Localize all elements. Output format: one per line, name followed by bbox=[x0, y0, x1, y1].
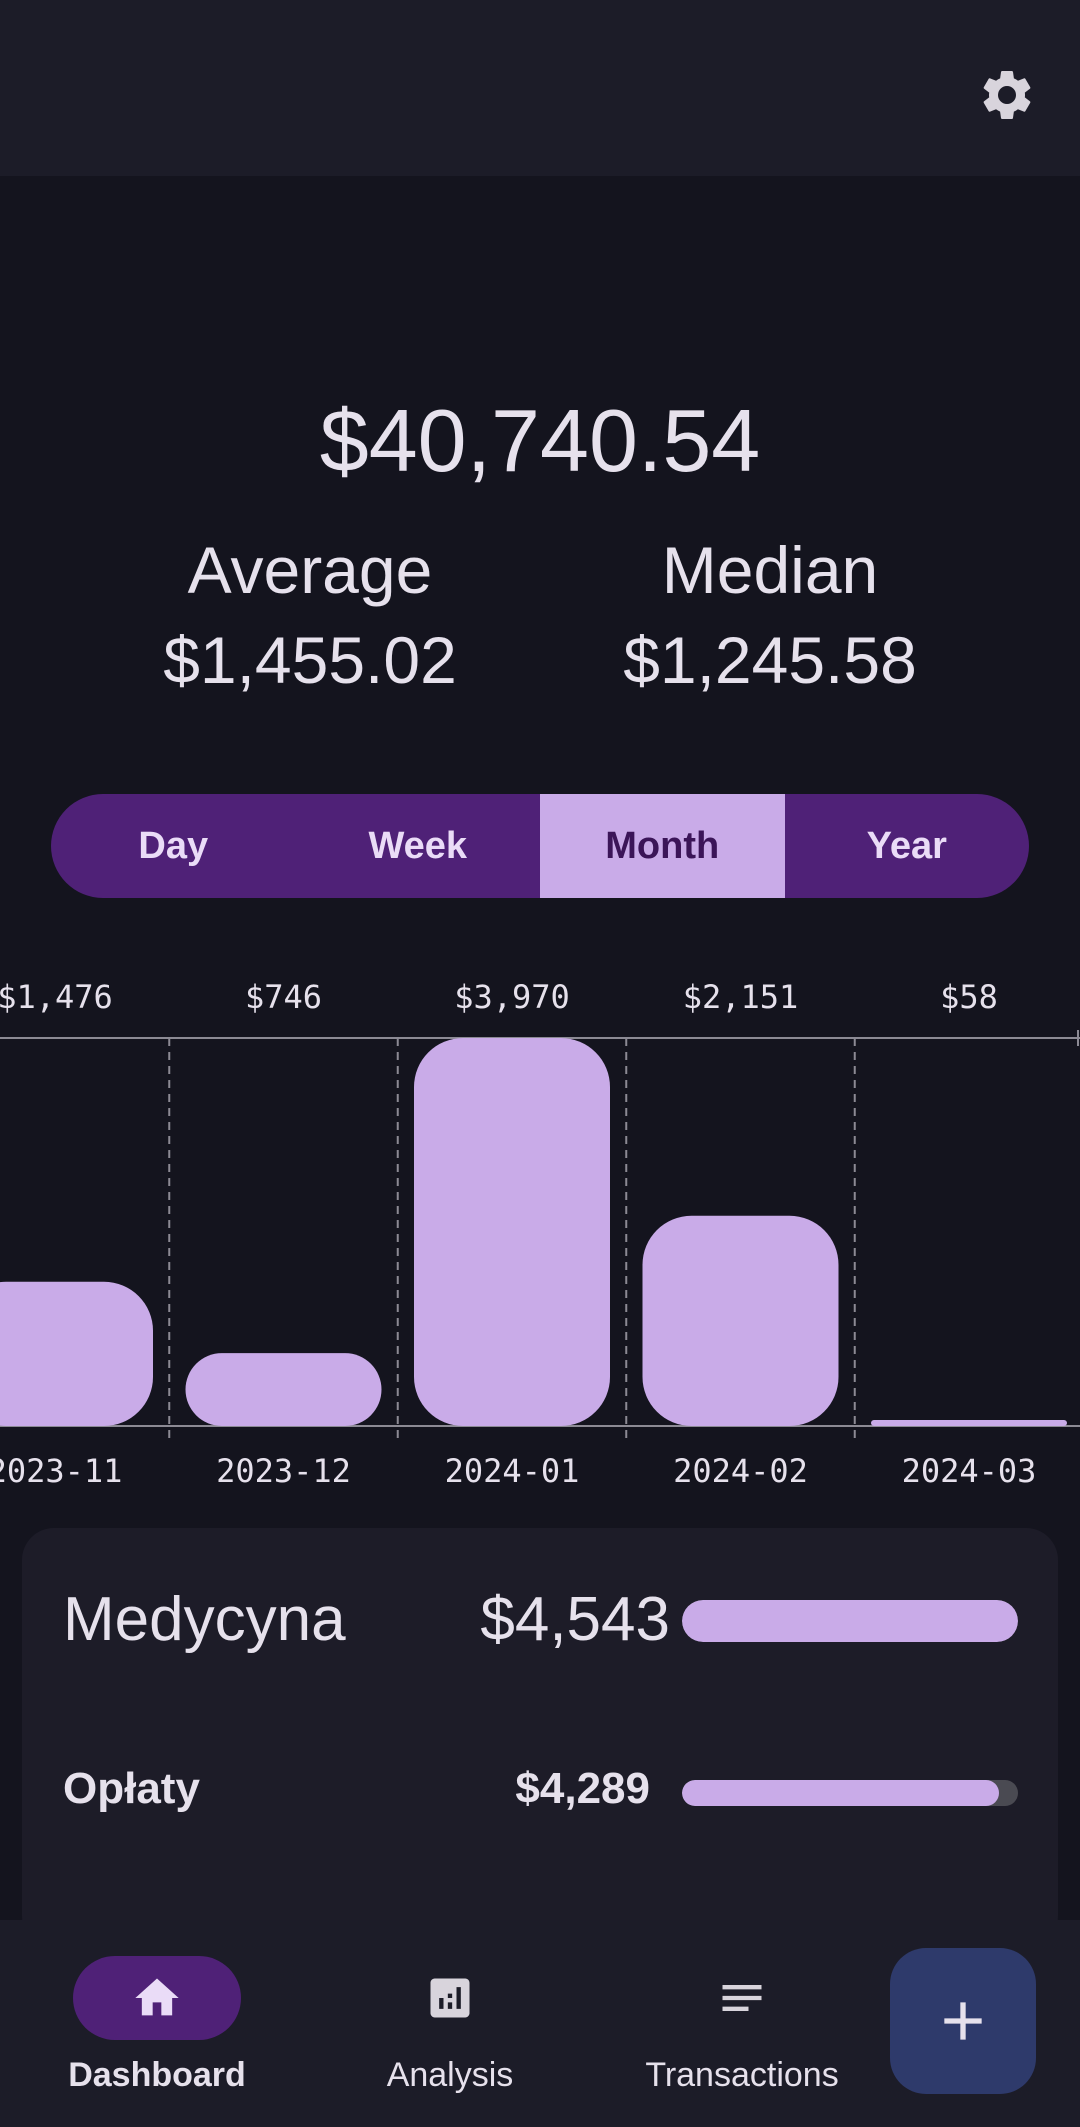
chart-value-label: $746 bbox=[245, 978, 322, 1016]
chart-value-label: $2,151 bbox=[683, 978, 799, 1016]
category-amount: $4,543 bbox=[480, 1585, 670, 1654]
total-amount: $40,740.54 bbox=[319, 391, 761, 490]
nav-analysis-label: Analysis bbox=[386, 2056, 514, 2094]
chart-category-label: 2024-02 bbox=[673, 1452, 808, 1490]
median-label: Median bbox=[661, 533, 879, 607]
nav-dashboard-label: Dashboard bbox=[68, 2056, 246, 2094]
category-progress-bar bbox=[682, 1780, 1018, 1806]
chart-value-label: $1,476 bbox=[0, 978, 113, 1016]
transactions-icon bbox=[722, 1985, 762, 2011]
nav-indicator bbox=[658, 1956, 826, 2040]
chart-bar-2023-12 bbox=[185, 1353, 382, 1426]
analysis-icon bbox=[430, 1978, 470, 2018]
period-selector: Day Week Month Year bbox=[51, 794, 1029, 898]
nav-transactions-label: Transactions bbox=[645, 2056, 839, 2094]
chart-bar-2024-03 bbox=[871, 1420, 1067, 1426]
category-amount: $4,289 bbox=[515, 1764, 650, 1813]
chart-category-label: 2024-03 bbox=[902, 1452, 1037, 1490]
average-label: Average bbox=[187, 533, 433, 607]
category-name: Opłaty bbox=[63, 1764, 200, 1813]
nav-indicator bbox=[73, 1956, 241, 2040]
nav-analysis[interactable]: Analysis bbox=[330, 1956, 570, 2116]
chart-bar-2024-01 bbox=[414, 1038, 610, 1426]
settings-button[interactable] bbox=[972, 60, 1042, 130]
nav-dashboard[interactable]: Dashboard bbox=[37, 1956, 277, 2116]
period-year-button[interactable]: Year bbox=[785, 794, 1030, 898]
period-month-button[interactable]: Month bbox=[540, 794, 785, 898]
plus-icon bbox=[944, 2002, 982, 2040]
period-week-button[interactable]: Week bbox=[296, 794, 541, 898]
chart-value-label: $58 bbox=[940, 978, 998, 1016]
chart-category-label: 2023-11 bbox=[0, 1452, 122, 1490]
monthly-bar-chart: $1,476 2023-11 $746 2023-12 $3,970 2024-01 $2,… bbox=[0, 978, 1080, 1490]
gear-icon bbox=[983, 70, 1031, 119]
nav-transactions[interactable]: Transactions bbox=[622, 1956, 862, 2116]
chart-value-label: $3,970 bbox=[454, 978, 570, 1016]
chart-bar-2023-11 bbox=[0, 1281, 153, 1426]
chart-bar-2024-02 bbox=[642, 1215, 839, 1426]
nav-indicator bbox=[366, 1956, 534, 2040]
home-icon bbox=[135, 1978, 179, 2016]
median-value: $1,245.58 bbox=[623, 623, 917, 697]
top-app-bar bbox=[0, 0, 1080, 176]
add-transaction-button[interactable] bbox=[890, 1948, 1036, 2094]
category-list-card: Medycyna $4,543 Opłaty $4,289 bbox=[22, 1528, 1058, 1948]
chart-category-label: 2024-01 bbox=[445, 1452, 580, 1490]
category-progress-bar bbox=[682, 1600, 1018, 1642]
category-progress-fill bbox=[682, 1780, 1000, 1806]
category-progress-fill bbox=[682, 1600, 1018, 1642]
chart-category-label: 2023-12 bbox=[216, 1452, 351, 1490]
period-day-button[interactable]: Day bbox=[51, 794, 296, 898]
average-value: $1,455.02 bbox=[163, 623, 457, 697]
category-name: Medycyna bbox=[63, 1585, 346, 1654]
